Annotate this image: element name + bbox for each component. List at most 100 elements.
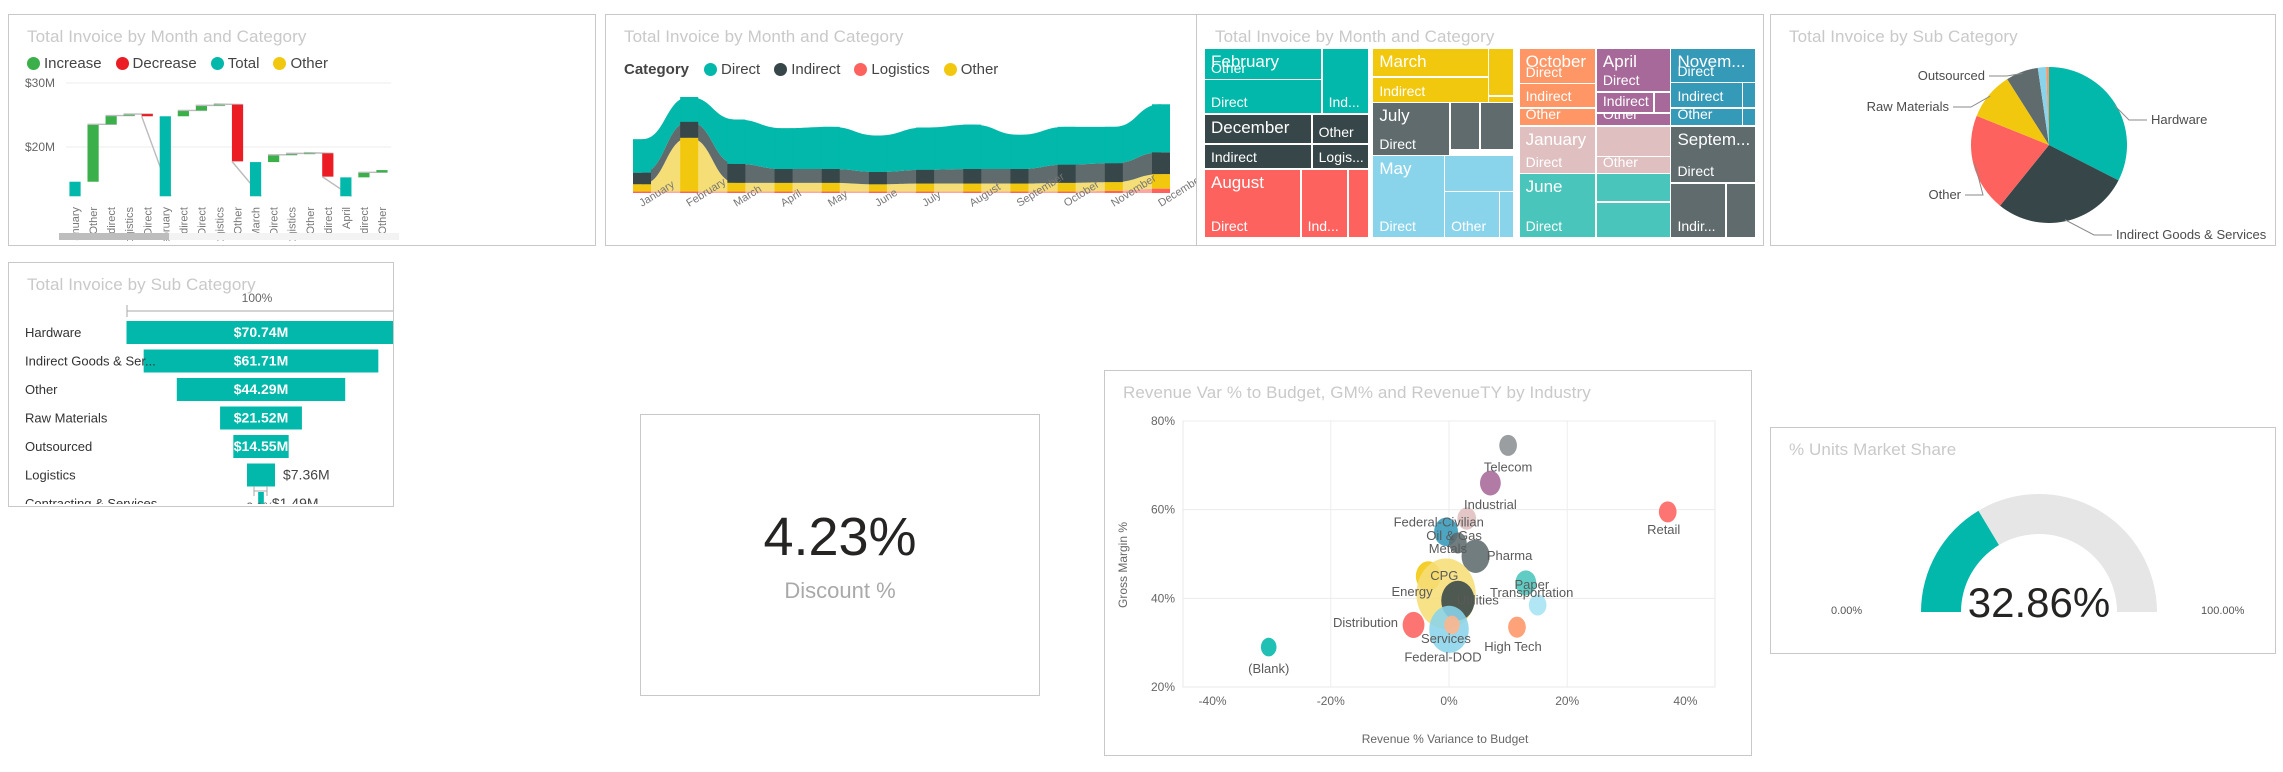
treemap-cell[interactable]: May Direct xyxy=(1373,156,1444,238)
area-month-band xyxy=(916,127,935,170)
waterfall-scrollbar[interactable] xyxy=(59,233,399,240)
scatter-bubble[interactable] xyxy=(1499,434,1517,456)
treemap-cell[interactable]: Indirect xyxy=(1519,84,1596,108)
treemap-plot[interactable]: February Other Direct Ind... December Other In… xyxy=(1205,49,1757,239)
treemap-category-label: Other xyxy=(1451,218,1487,235)
waterfall-bar[interactable] xyxy=(358,172,370,178)
waterfall-plot[interactable]: $30M $20M January Other Indirect Logistics D… xyxy=(9,71,595,241)
treemap-cell[interactable] xyxy=(1743,83,1756,108)
treemap-cell[interactable]: Other xyxy=(1445,192,1499,238)
treemap-cell[interactable] xyxy=(1596,126,1670,156)
treemap-category-label: Direct xyxy=(1525,218,1563,235)
funnel-plot[interactable]: 100% Hardware $70.74M Indirect Goods & Ser… xyxy=(9,289,393,504)
treemap-cell[interactable] xyxy=(1450,103,1480,150)
treemap-cell[interactable]: Other xyxy=(1596,113,1670,126)
treemap-cell[interactable]: Ind... xyxy=(1322,49,1368,114)
waterfall-bar[interactable] xyxy=(376,170,388,173)
treemap-cell[interactable]: Other xyxy=(1596,157,1670,173)
treemap-cell[interactable]: Septem... Direct xyxy=(1671,126,1756,183)
treemap-cell[interactable]: Logis... xyxy=(1312,144,1368,169)
treemap-cell[interactable]: Indir... xyxy=(1671,183,1726,238)
area-month-band xyxy=(868,184,887,192)
treemap-cell[interactable]: October Direct xyxy=(1519,49,1596,83)
legend-item-direct[interactable]: Direct xyxy=(704,61,760,78)
panel-kpi-discount[interactable]: 4.23% Discount % xyxy=(640,414,1040,696)
panel-bubble-scatter[interactable]: Revenue Var % to Budget, GM% and Revenue… xyxy=(1104,370,1752,756)
treemap-cell[interactable]: February Other xyxy=(1205,49,1322,79)
panel-stacked-area[interactable]: Total Invoice by Month and Category Cate… xyxy=(605,14,1205,246)
treemap-cell[interactable]: January Direct xyxy=(1519,126,1596,173)
treemap-cell[interactable] xyxy=(1726,183,1756,238)
panel-waterfall[interactable]: Total Invoice by Month and Category Incr… xyxy=(8,14,596,246)
treemap-cell[interactable] xyxy=(1654,92,1670,113)
treemap-month-label: Septem... xyxy=(1677,129,1751,149)
treemap-cell[interactable]: June Direct xyxy=(1519,174,1596,238)
treemap-cell[interactable]: July Direct xyxy=(1373,103,1450,155)
treemap-cell[interactable]: Other xyxy=(1671,108,1742,126)
treemap-cell[interactable]: April Direct xyxy=(1596,49,1670,92)
area-month-band xyxy=(727,182,746,192)
treemap-cell[interactable]: Indirect xyxy=(1671,83,1742,108)
waterfall-bars[interactable] xyxy=(69,103,388,197)
treemap-cell[interactable] xyxy=(1500,192,1513,238)
area-plot[interactable]: January February March April May June July Augu… xyxy=(606,85,1204,245)
treemap-cell[interactable] xyxy=(1489,49,1513,95)
waterfall-bar[interactable] xyxy=(177,110,189,117)
gauge-max-label: 100.00% xyxy=(2201,605,2245,617)
area-month-band xyxy=(868,135,887,172)
pie-plot[interactable]: Hardware Indirect Goods & Services Other Ra… xyxy=(1771,45,2277,245)
treemap-cell[interactable] xyxy=(1445,156,1513,191)
waterfall-bar[interactable] xyxy=(322,153,334,177)
waterfall-bar[interactable] xyxy=(87,124,99,182)
panel-funnel[interactable]: Total Invoice by Sub Category 100% Hardw… xyxy=(8,262,394,507)
scatter-xaxis-title: Revenue % Variance to Budget xyxy=(1362,732,1529,746)
waterfall-bar[interactable] xyxy=(249,162,262,197)
waterfall-bar[interactable] xyxy=(195,105,208,111)
waterfall-bar[interactable] xyxy=(340,177,352,197)
legend-item-increase[interactable]: Increase xyxy=(27,55,102,72)
treemap-cell[interactable]: Indirect xyxy=(1596,92,1654,113)
waterfall-bar[interactable] xyxy=(231,104,244,162)
waterfall-scrollbar-thumb[interactable] xyxy=(59,233,169,240)
legend-item-other[interactable]: Other xyxy=(273,55,328,72)
treemap-cell[interactable]: August Direct xyxy=(1205,169,1301,238)
treemap-cell[interactable] xyxy=(1348,169,1368,238)
treemap-cell[interactable]: Indirect xyxy=(1205,144,1312,169)
treemap-cell[interactable] xyxy=(1481,103,1513,150)
legend-item-logistics[interactable]: Logistics xyxy=(854,61,930,78)
treemap-cell[interactable]: March xyxy=(1373,49,1488,76)
funnel-category-label: Outsourced xyxy=(25,439,92,454)
treemap-cell[interactable] xyxy=(1743,108,1756,126)
panel-pie[interactable]: Total Invoice by Sub Category Hardware In… xyxy=(1770,14,2276,246)
scatter-bubble[interactable] xyxy=(1260,637,1277,657)
legend-item-decrease[interactable]: Decrease xyxy=(115,55,197,72)
treemap-cell[interactable] xyxy=(1596,174,1670,202)
treemap-cell[interactable]: Other xyxy=(1312,114,1368,144)
scatter-bubble[interactable] xyxy=(1658,501,1677,523)
treemap-cell[interactable]: December xyxy=(1205,114,1312,144)
legend-item-total[interactable]: Total xyxy=(210,55,259,72)
legend-item-indirect[interactable]: Indirect xyxy=(774,61,840,78)
treemap-cell[interactable]: Other xyxy=(1519,108,1596,126)
treemap-cell[interactable]: Direct xyxy=(1205,80,1322,114)
panel-gauge[interactable]: % Units Market Share 32.86% 0.00% 100.00… xyxy=(1770,427,2276,654)
treemap-cell[interactable]: Indirect xyxy=(1373,77,1488,102)
panel-treemap[interactable]: Total Invoice by Month and Category Febr… xyxy=(1196,14,1764,246)
gauge-plot[interactable]: 32.86% 0.00% 100.00% xyxy=(1771,462,2277,652)
treemap-month-label: June xyxy=(1525,177,1563,197)
funnel-bar[interactable] xyxy=(247,463,275,487)
legend-item-other-area[interactable]: Other xyxy=(943,61,998,78)
scatter-bubble[interactable] xyxy=(1508,616,1526,638)
waterfall-bar[interactable] xyxy=(159,116,171,197)
scatter-plot[interactable]: 20% 40% 60% 80% -40% -20% 0% 20% 40% Telecom Ind… xyxy=(1105,405,1751,755)
waterfall-xtick: April xyxy=(341,207,353,229)
waterfall-bar[interactable] xyxy=(105,115,117,125)
treemap-cell[interactable] xyxy=(1596,202,1670,238)
treemap-cell[interactable] xyxy=(1489,96,1513,102)
treemap-category-label: Direct xyxy=(1525,153,1563,170)
treemap-cell[interactable]: Novem... Direct xyxy=(1671,49,1756,82)
waterfall-bar[interactable] xyxy=(268,154,280,163)
treemap-cell[interactable]: Ind... xyxy=(1301,169,1347,238)
waterfall-bar[interactable] xyxy=(141,114,153,117)
waterfall-bar[interactable] xyxy=(69,181,81,197)
